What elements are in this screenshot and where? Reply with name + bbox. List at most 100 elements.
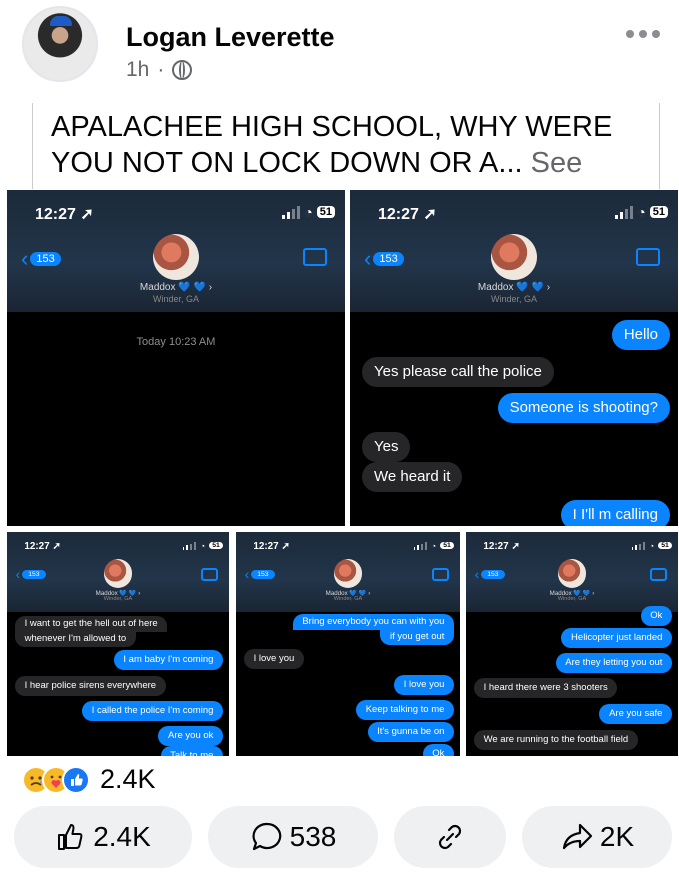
received-message-bubble[interactable]: We are running to the football field <box>474 730 638 750</box>
received-message-bubble[interactable]: I heard there were 3 shooters <box>474 678 618 698</box>
back-button[interactable]: ‹ 153 <box>364 246 404 272</box>
contact-location: Winder, GA <box>152 294 199 304</box>
contact-avatar[interactable] <box>491 234 537 280</box>
screenshot-3[interactable]: 12:27 ➚ ◔ 51 ‹ 153 Maddox 💙 💙 › Winder, GA I wa… <box>7 532 229 756</box>
globe-icon[interactable] <box>172 60 193 80</box>
message-timestamp: Today 10:23 AM <box>136 336 216 348</box>
battery-icon: 51 <box>316 206 335 218</box>
status-indicators: ◔ 51 <box>631 540 672 551</box>
avatar-cap <box>50 16 72 26</box>
unread-badge: 153 <box>373 252 404 266</box>
thumbs-up-icon <box>58 824 83 850</box>
video-call-icon[interactable] <box>636 248 660 266</box>
sent-message-bubble[interactable]: Ok <box>422 744 454 756</box>
sent-message-bubble[interactable]: Someone is shooting? <box>497 393 670 423</box>
sent-message-bubble[interactable]: I I'll m calling <box>560 500 670 526</box>
video-call-icon[interactable] <box>303 248 327 266</box>
sent-message-bubble[interactable]: I love you <box>394 675 454 695</box>
unread-badge: 153 <box>30 252 61 266</box>
contact-avatar[interactable] <box>103 559 133 588</box>
status-time: 12:27 ➚ <box>24 540 61 552</box>
sent-message-bubble[interactable]: Hello <box>611 320 670 350</box>
share-count: 2K <box>599 821 635 852</box>
share-button[interactable]: 2K <box>522 806 672 868</box>
comment-button[interactable]: 538 <box>208 806 378 868</box>
link-icon <box>438 824 462 850</box>
chevron-left-icon: ‹ <box>364 246 372 271</box>
signal-icon <box>615 205 634 219</box>
unread-badge: 153 <box>481 569 505 579</box>
wifi-icon: ◔ <box>430 540 437 551</box>
reaction-count[interactable]: 2.4K <box>100 764 156 795</box>
wifi-icon: ◔ <box>648 540 655 551</box>
sent-message-bubble[interactable]: Are you safe <box>599 704 672 724</box>
contact-avatar[interactable] <box>153 234 199 280</box>
status-time: 12:27 ➚ <box>35 206 94 223</box>
back-button[interactable]: ‹ 153 <box>475 567 505 582</box>
signal-icon <box>182 541 196 550</box>
action-bar: 2.4K 538 2K <box>0 800 679 872</box>
author-name[interactable]: Logan Leverette <box>126 22 335 53</box>
contact-avatar[interactable] <box>557 559 587 588</box>
sent-message-bubble[interactable]: Bring everybody you can with you <box>292 614 454 630</box>
contact-name[interactable]: Maddox 💙 💙 › <box>350 282 678 293</box>
wifi-icon: ◔ <box>304 204 313 220</box>
sent-message-bubble[interactable]: Ok <box>640 606 672 626</box>
sent-message-bubble[interactable]: It's gunna be on <box>367 722 454 742</box>
video-call-icon[interactable] <box>432 567 449 581</box>
received-message-bubble[interactable]: I hear police sirens everywhere <box>15 676 166 696</box>
screenshot-5[interactable]: 12:27 ➚ ◔ 51 ‹ 153 Maddox 💙 💙 › Winder, GA Ok He… <box>466 532 678 756</box>
chevron-left-icon: ‹ <box>21 246 29 271</box>
post-time[interactable]: 1h <box>126 58 149 82</box>
sent-message-bubble[interactable]: Keep talking to me <box>356 700 454 720</box>
signal-icon <box>413 541 427 550</box>
post-text-container: APALACHEE HIGH SCHOOL, WHY WERE YOU NOT … <box>32 103 660 215</box>
sent-message-bubble[interactable]: Talk to me <box>160 746 223 756</box>
battery-icon: 51 <box>440 542 454 550</box>
status-indicators: ◔ 51 <box>282 204 335 220</box>
sent-message-bubble[interactable]: Helicopter just landed <box>561 628 672 648</box>
contact-name[interactable]: Maddox 💙 💙 › <box>7 282 345 293</box>
contact-location: Winder, GA <box>103 596 133 603</box>
received-message-bubble[interactable]: We heard it <box>362 462 463 492</box>
sent-message-bubble[interactable]: Are they letting you out <box>555 653 672 673</box>
copy-link-button[interactable] <box>394 806 506 868</box>
meta-separator: · <box>157 58 165 81</box>
screenshot-1[interactable]: 12:27 ➚ ◔ 51 ‹ 153 Maddox 💙 💙 › Winder, GA Toda… <box>7 190 345 526</box>
received-message-bubble[interactable]: Yes please call the police <box>362 357 554 387</box>
back-button[interactable]: ‹ 153 <box>245 567 275 582</box>
battery-icon: 51 <box>209 542 223 550</box>
like-count: 2.4K <box>93 821 151 852</box>
signal-icon <box>282 205 301 219</box>
received-message-bubble[interactable]: I want to get the hell out of here <box>15 616 168 632</box>
contact-location: Winder, GA <box>333 596 363 603</box>
contact-avatar[interactable] <box>333 559 363 588</box>
screenshot-2[interactable]: 12:27 ➚ ◔ 51 ‹ 153 Maddox 💙 💙 › Winder, GA Hell… <box>350 190 678 526</box>
sent-message-bubble[interactable]: I called the police I'm coming <box>82 701 223 721</box>
battery-icon: 51 <box>649 206 668 218</box>
status-indicators: ◔ 51 <box>182 541 223 551</box>
back-button[interactable]: ‹ 153 <box>21 246 61 272</box>
received-message-bubble[interactable]: whenever I'm allowed to <box>15 631 136 647</box>
like-button[interactable]: 2.4K <box>14 806 192 868</box>
more-options-button[interactable] <box>626 30 660 38</box>
status-time: 12:27 ➚ <box>378 206 437 223</box>
comment-icon <box>252 822 281 851</box>
screenshot-4[interactable]: 12:27 ➚ ◔ 51 ‹ 153 Maddox 💙 💙 › Winder, GA Brin… <box>236 532 460 756</box>
sent-message-bubble[interactable]: I am baby I'm coming <box>113 650 223 670</box>
status-time: 12:27 ➚ <box>253 540 290 552</box>
reactions-summary[interactable]: 2.4K <box>22 764 156 795</box>
back-button[interactable]: ‹ 153 <box>16 567 46 582</box>
sent-message-bubble[interactable]: if you get out <box>380 629 454 645</box>
author-avatar[interactable] <box>22 6 98 82</box>
unread-badge: 153 <box>251 569 275 579</box>
video-call-icon[interactable] <box>201 567 218 581</box>
contact-location: Winder, GA <box>557 596 587 603</box>
received-message-bubble[interactable]: I love you <box>244 649 304 669</box>
status-indicators: ◔ 51 <box>615 204 668 220</box>
signal-icon <box>631 541 645 550</box>
sent-message-bubble[interactable]: Are you ok <box>158 726 223 746</box>
video-call-icon[interactable] <box>650 567 667 581</box>
wifi-icon: ◔ <box>637 204 646 220</box>
received-message-bubble[interactable]: Yes <box>362 432 411 462</box>
